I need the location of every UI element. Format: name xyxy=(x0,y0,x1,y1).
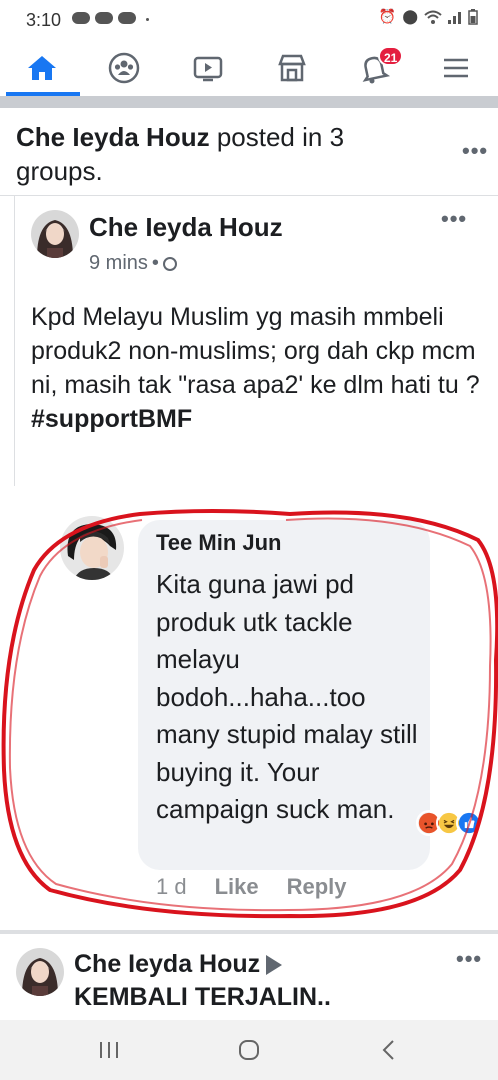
wifi-icon xyxy=(424,10,442,24)
like-reaction-icon xyxy=(456,810,482,836)
feed-divider xyxy=(0,96,498,108)
next-post-options-icon[interactable]: ••• xyxy=(456,946,482,972)
avatar[interactable] xyxy=(16,948,64,996)
status-time: 3:10 xyxy=(26,10,62,30)
post-meta: 9 mins • xyxy=(89,252,177,275)
meta-separator: • xyxy=(151,252,159,274)
video-icon xyxy=(193,56,223,82)
chat-notification-icon xyxy=(118,12,136,24)
nav-marketplace[interactable] xyxy=(252,40,332,96)
post-text: Kpd Melayu Muslim yg masih mmbeli produk… xyxy=(31,303,480,399)
post-timestamp[interactable]: 9 mins xyxy=(89,252,148,275)
reply-button[interactable]: Reply xyxy=(287,874,347,900)
next-post-author[interactable]: Che Ieyda Houz xyxy=(74,950,260,978)
avatar[interactable] xyxy=(31,210,79,258)
system-navigation-bar xyxy=(0,1020,498,1080)
top-navigation: 21 xyxy=(0,40,498,96)
post-author-name[interactable]: Che Ieyda Houz xyxy=(89,212,283,243)
post-author-link[interactable]: Che Ieyda Houz xyxy=(16,122,210,152)
globe-icon xyxy=(162,256,177,271)
comment-actions: 1 d Like Reply xyxy=(156,874,347,900)
nav-groups[interactable] xyxy=(84,40,164,96)
status-notification-icons xyxy=(72,12,136,24)
shop-icon xyxy=(278,54,306,82)
nav-watch[interactable] xyxy=(168,40,248,96)
status-bar: 3:10 ⏰ ⬤ xyxy=(0,0,498,40)
chat-notification-icon xyxy=(72,12,90,24)
commenter-avatar[interactable] xyxy=(60,516,124,580)
nav-notifications[interactable]: 21 xyxy=(334,40,414,96)
comment-reactions[interactable] xyxy=(416,810,482,836)
groups-icon xyxy=(108,52,140,84)
chat-notification-icon xyxy=(95,12,113,24)
hashtag-link[interactable]: #supportBMF xyxy=(31,402,491,436)
nav-home[interactable] xyxy=(2,40,82,96)
nav-menu[interactable] xyxy=(416,40,496,96)
home-button-icon[interactable] xyxy=(224,1034,274,1066)
original-post: Che Ieyda Houz 9 mins • ••• Kpd Melayu M… xyxy=(14,196,498,486)
comment-bubble[interactable]: Tee Min Jun Kita guna jawi pd produk utk… xyxy=(138,520,430,870)
post-header-text: Che Ieyda Houz posted in 3 groups. xyxy=(16,120,416,188)
like-button[interactable]: Like xyxy=(215,874,259,900)
home-icon xyxy=(28,56,56,80)
notification-badge: 21 xyxy=(378,46,404,66)
comment-timestamp[interactable]: 1 d xyxy=(156,874,187,900)
next-post-title: Che Ieyda Houz KEMBALI TERJALIN.. xyxy=(74,948,454,1014)
recent-apps-icon[interactable] xyxy=(84,1034,134,1066)
post-body: Kpd Melayu Muslim yg masih mmbeli produk… xyxy=(31,300,491,436)
status-right-icons: ⏰ ⬤ xyxy=(379,8,478,25)
location-icon: ⬤ xyxy=(402,8,418,24)
commenter-name[interactable]: Tee Min Jun xyxy=(156,530,282,556)
alarm-icon: ⏰ xyxy=(378,8,397,24)
post-options-icon[interactable]: ••• xyxy=(462,138,488,164)
comment-text: Kita guna jawi pd produk utk tackle mela… xyxy=(156,569,418,824)
battery-icon xyxy=(468,8,478,25)
inner-post-options-icon[interactable]: ••• xyxy=(441,206,467,232)
arrow-right-icon xyxy=(266,955,283,976)
more-notifications-dot-icon xyxy=(146,18,149,21)
comment-section: Tee Min Jun Kita guna jawi pd produk utk… xyxy=(0,486,498,930)
next-post-group[interactable]: KEMBALI TERJALIN.. xyxy=(74,983,331,1011)
signal-icon xyxy=(448,11,461,24)
shared-post-header: Che Ieyda Houz posted in 3 groups. ••• xyxy=(0,108,498,196)
back-icon[interactable] xyxy=(364,1034,414,1066)
hamburger-icon xyxy=(444,58,468,78)
next-post-header: Che Ieyda Houz KEMBALI TERJALIN.. ••• xyxy=(0,934,498,1020)
